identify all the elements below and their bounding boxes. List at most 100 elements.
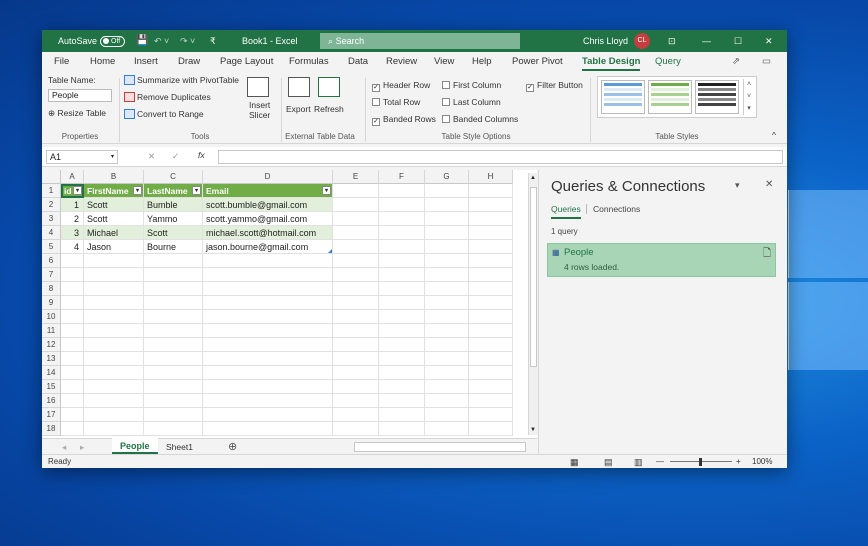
table-name-input[interactable]: People: [48, 89, 112, 102]
empty-cell[interactable]: [203, 366, 333, 380]
empty-cell[interactable]: [203, 352, 333, 366]
empty-cell[interactable]: [469, 226, 513, 240]
filter-dropdown-icon[interactable]: ▾: [73, 186, 82, 195]
empty-cell[interactable]: [425, 352, 469, 366]
row-header[interactable]: 10: [42, 310, 61, 324]
row-header[interactable]: 14: [42, 366, 61, 380]
empty-cell[interactable]: [144, 422, 203, 436]
empty-cell[interactable]: [144, 380, 203, 394]
refresh-button[interactable]: Refresh: [314, 104, 344, 114]
table-style-blue[interactable]: [601, 80, 645, 114]
zoom-slider-thumb[interactable]: [699, 458, 702, 466]
empty-cell[interactable]: [379, 268, 425, 282]
empty-cell[interactable]: [469, 254, 513, 268]
empty-cell[interactable]: [144, 394, 203, 408]
tab-draw[interactable]: Draw: [178, 52, 200, 72]
pane-close-button[interactable]: ✕: [765, 179, 773, 190]
cell-email[interactable]: scott.bumble@gmail.com: [203, 198, 333, 212]
empty-cell[interactable]: [379, 380, 425, 394]
empty-cell[interactable]: [203, 282, 333, 296]
column-header-g[interactable]: G: [425, 170, 469, 184]
table-header-id[interactable]: id ▾: [61, 184, 84, 198]
insert-slicer-label-2[interactable]: Slicer: [249, 110, 270, 120]
empty-cell[interactable]: [425, 380, 469, 394]
empty-cell[interactable]: [61, 380, 84, 394]
vertical-scrollbar[interactable]: ▲ ▼: [528, 173, 538, 435]
empty-cell[interactable]: [84, 268, 144, 282]
tab-review[interactable]: Review: [386, 52, 417, 72]
table-style-dark[interactable]: [695, 80, 739, 114]
row-header[interactable]: 6: [42, 254, 61, 268]
column-header-c[interactable]: C: [144, 170, 203, 184]
cell-firstname[interactable]: Scott: [84, 212, 144, 226]
name-box[interactable]: A1 ▾: [46, 150, 118, 164]
empty-cell[interactable]: [84, 338, 144, 352]
next-sheet-icon[interactable]: ▸: [80, 442, 84, 453]
insert-slicer-label-1[interactable]: Insert: [249, 100, 270, 110]
empty-cell[interactable]: [144, 352, 203, 366]
empty-cell[interactable]: [61, 394, 84, 408]
table-header-firstname[interactable]: FirstName ▾: [84, 184, 144, 198]
comments-icon[interactable]: ▭: [762, 52, 771, 72]
maximize-button[interactable]: ☐: [734, 30, 742, 52]
empty-cell[interactable]: [61, 408, 84, 422]
empty-cell[interactable]: [144, 296, 203, 310]
row-header[interactable]: 8: [42, 282, 61, 296]
column-header-b[interactable]: B: [84, 170, 144, 184]
empty-cell[interactable]: [469, 184, 513, 198]
row-header[interactable]: 15: [42, 380, 61, 394]
formula-input[interactable]: [218, 150, 783, 164]
cell-id[interactable]: 2: [61, 212, 84, 226]
empty-cell[interactable]: [144, 254, 203, 268]
tab-page-layout[interactable]: Page Layout: [220, 52, 273, 72]
empty-cell[interactable]: [61, 310, 84, 324]
page-layout-view-icon[interactable]: ▤: [604, 455, 613, 468]
empty-cell[interactable]: [84, 422, 144, 436]
cancel-icon[interactable]: ✕: [148, 151, 155, 162]
empty-cell[interactable]: [469, 422, 513, 436]
empty-cell[interactable]: [379, 408, 425, 422]
empty-cell[interactable]: [333, 324, 379, 338]
select-all-corner[interactable]: [42, 170, 61, 184]
row-header[interactable]: 2: [42, 198, 61, 212]
empty-cell[interactable]: [469, 268, 513, 282]
empty-cell[interactable]: [469, 366, 513, 380]
empty-cell[interactable]: [333, 212, 379, 226]
row-header[interactable]: 9: [42, 296, 61, 310]
empty-cell[interactable]: [425, 268, 469, 282]
empty-cell[interactable]: [333, 198, 379, 212]
scroll-up-icon[interactable]: ▲: [530, 175, 536, 181]
redo-icon[interactable]: ↷ ˅: [180, 30, 195, 52]
empty-cell[interactable]: [379, 240, 425, 254]
empty-cell[interactable]: [333, 296, 379, 310]
avatar[interactable]: CL: [634, 33, 650, 49]
table-header-email[interactable]: Email ▾: [203, 184, 333, 198]
empty-cell[interactable]: [61, 254, 84, 268]
sheet-tab-sheet1[interactable]: Sheet1: [166, 442, 193, 452]
tab-help[interactable]: Help: [472, 52, 492, 72]
empty-cell[interactable]: [61, 282, 84, 296]
empty-cell[interactable]: [61, 366, 84, 380]
empty-cell[interactable]: [333, 268, 379, 282]
cell-id[interactable]: 1: [61, 198, 84, 212]
empty-cell[interactable]: [425, 254, 469, 268]
close-button[interactable]: ✕: [765, 30, 773, 52]
remove-duplicates-button[interactable]: Remove Duplicates: [124, 92, 211, 102]
share-icon[interactable]: ⇗: [732, 52, 740, 72]
cell-email[interactable]: scott.yammo@gmail.com: [203, 212, 333, 226]
empty-cell[interactable]: [425, 310, 469, 324]
row-header[interactable]: 3: [42, 212, 61, 226]
empty-cell[interactable]: [144, 324, 203, 338]
convert-to-range-button[interactable]: Convert to Range: [124, 109, 204, 119]
empty-cell[interactable]: [425, 198, 469, 212]
column-header-e[interactable]: E: [333, 170, 379, 184]
empty-cell[interactable]: [333, 240, 379, 254]
table-styles-gallery[interactable]: ˄ ˅ ▾: [597, 76, 757, 118]
cell-lastname[interactable]: Yammo: [144, 212, 203, 226]
empty-cell[interactable]: [379, 296, 425, 310]
empty-cell[interactable]: [84, 310, 144, 324]
empty-cell[interactable]: [84, 352, 144, 366]
empty-cell[interactable]: [469, 324, 513, 338]
total-row-checkbox[interactable]: Total Row: [372, 97, 420, 107]
export-icon[interactable]: [288, 77, 310, 97]
